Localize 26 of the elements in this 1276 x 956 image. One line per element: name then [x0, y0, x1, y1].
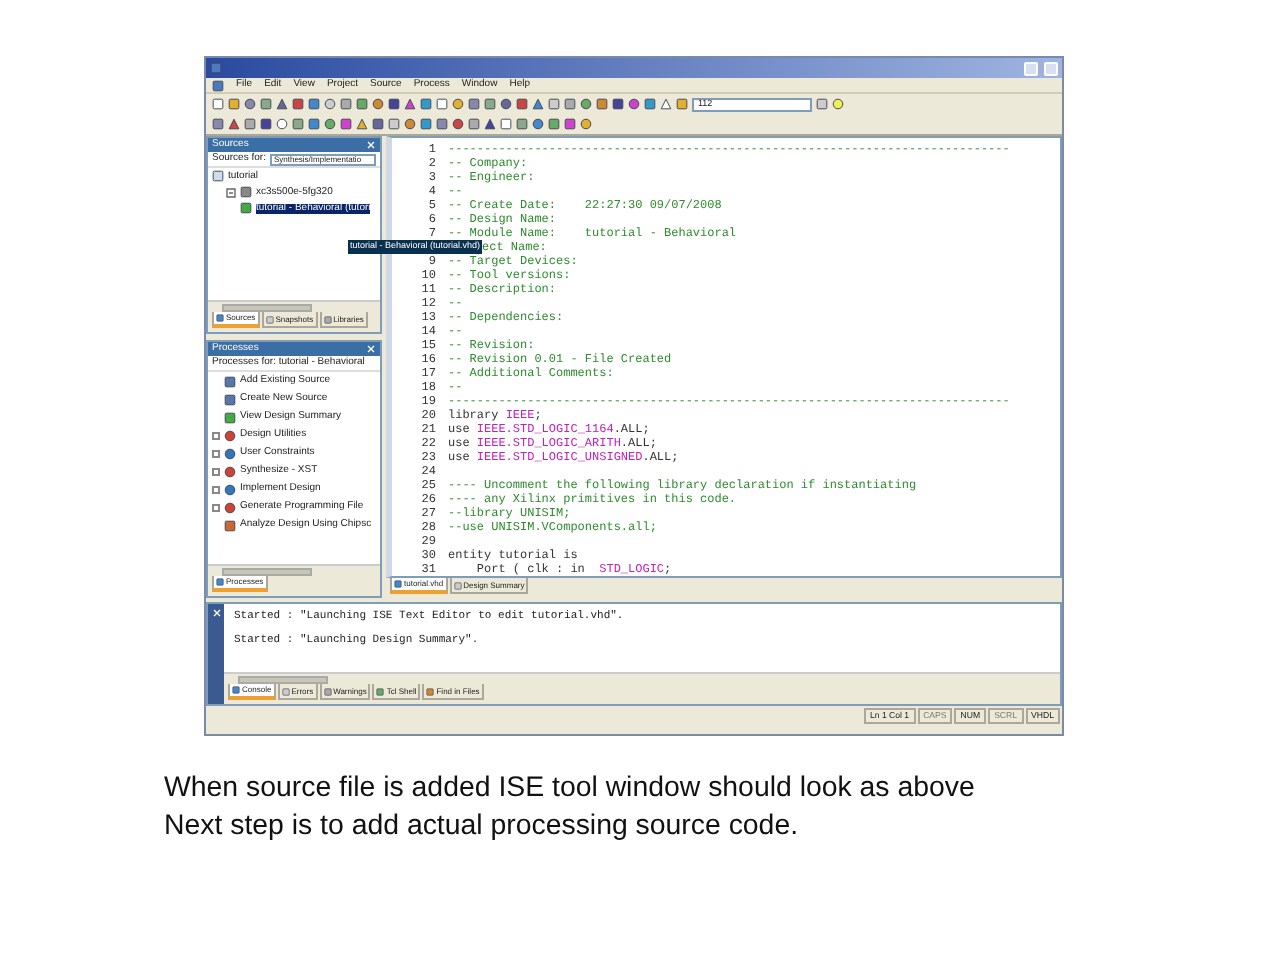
close-icon[interactable]	[366, 344, 376, 354]
close-icon[interactable]	[366, 140, 376, 150]
tab-icon	[426, 687, 435, 695]
tab-icon	[216, 578, 224, 586]
expand-icon[interactable]	[212, 467, 220, 475]
tab-icon	[281, 687, 290, 695]
tab-icon	[323, 315, 332, 323]
expand-icon[interactable]	[212, 503, 220, 511]
horizontal-scrollbar[interactable]	[208, 300, 380, 312]
caption-line: Next step is to add actual processing source code.	[164, 808, 801, 846]
expand-icon[interactable]	[212, 431, 220, 439]
expand-icon[interactable]	[212, 485, 220, 493]
code-editor[interactable]	[386, 136, 1062, 578]
close-icon[interactable]	[211, 608, 221, 618]
tab-icon	[216, 314, 224, 322]
horizontal-scrollbar[interactable]	[224, 672, 1060, 684]
tab-icon	[265, 315, 274, 323]
collapse-icon[interactable]	[226, 187, 236, 197]
horizontal-scrollbar[interactable]	[208, 564, 380, 576]
tab-icon	[453, 581, 462, 589]
tab-icon	[376, 687, 385, 695]
tab-icon	[323, 687, 332, 695]
tab-icon	[394, 580, 402, 588]
expand-icon[interactable]	[212, 449, 220, 457]
tab-icon	[232, 686, 240, 694]
caption-line: When source file is added ISE tool window should look as above	[164, 770, 977, 808]
